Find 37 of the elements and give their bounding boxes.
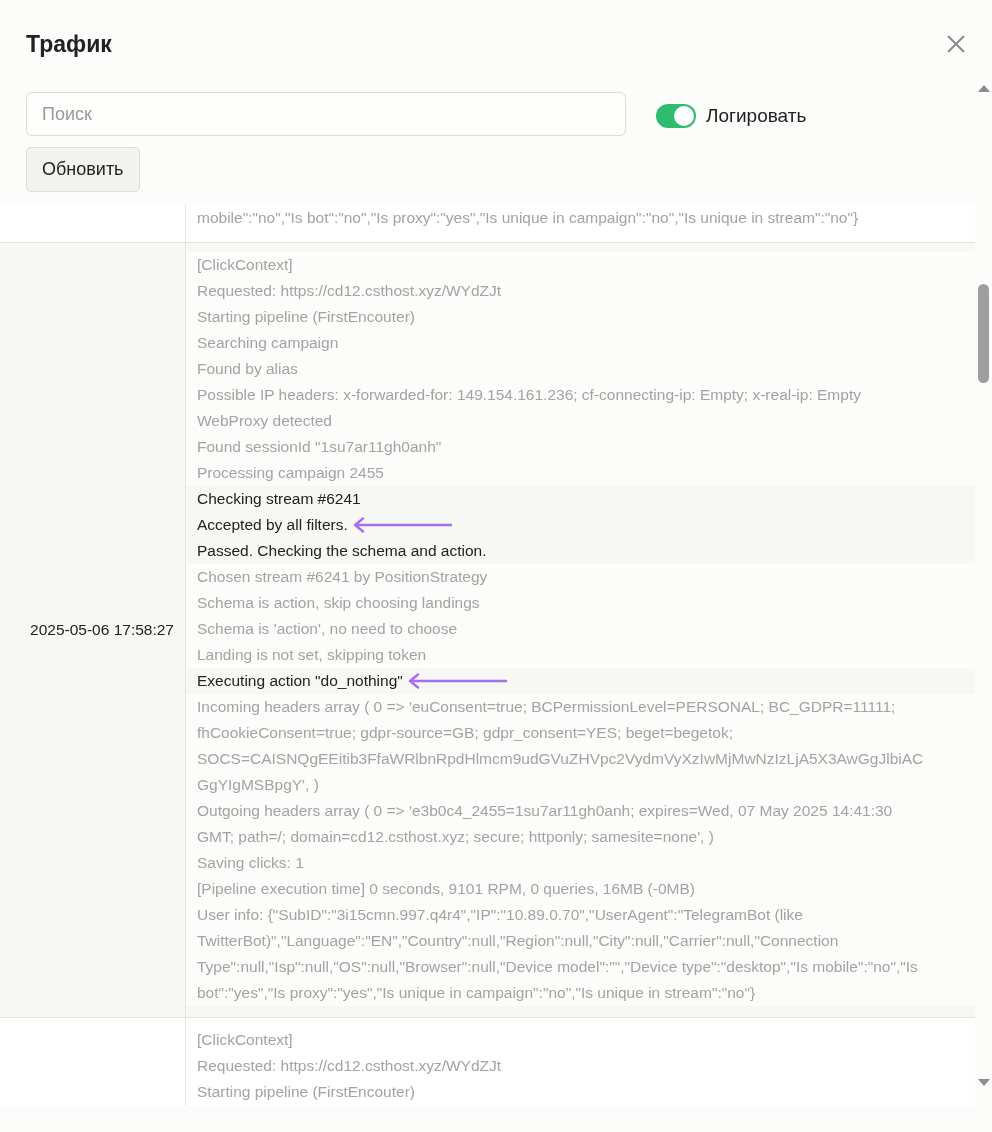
log-line: [Pipeline execution time] 0 seconds, 9101 RPM, 0 queries, 16MB (-0MB) — [197, 879, 695, 899]
scroll-down-button[interactable] — [977, 1079, 990, 1086]
log-line: Requested: https://cd12.csthost.xyz/WYdZJt — [197, 281, 502, 301]
log-line: User info: {"SubID":"3i15cmn.997.q4r4","IP":"10.89.0.70","UserAgent":"TelegramBot (like TwitterBot)","Language":"EN","Country":null,"Region":null,"City":null,"Carrier":null,"Connection Type":null,"Isp":null,"OS":null,"Browser":null,"Device model":"","Device type":"desktop","Is mobile":"no","Is bot":"yes","Is proxy":"yes","Is unique in campaign":"no","Is unique in stream":"no"} — [197, 905, 919, 1003]
log-line: Passed. Checking the schema and action. — [197, 541, 487, 561]
log-line: Requested: https://cd12.csthost.xyz/WYdZJt — [197, 1056, 502, 1076]
refresh-button[interactable]: Обновить — [26, 147, 140, 192]
log-line: Starting pipeline (FirstEncouter) — [197, 307, 415, 327]
log-line: WebProxy detected — [197, 411, 332, 431]
log-line: Incoming headers array ( 0 => 'euConsent=true; BCPermissionLevel=PERSONAL; BC_GDPR=11111; fhCookieConsent=true; gdpr-source=GB; gdpr_consent=YES; beget=begetok; SOCS=CAISNQgEEitib3FfaWRlbnRpdHlmcm9udGVuZHVpc2VydmVyXzIwMjMwNzIzLjA5X3AwGgJlbiACGgYIgMSBpgY', ) — [197, 697, 925, 795]
dialog-title: Трафик — [26, 30, 112, 58]
log-line: Accepted by all filters. — [197, 515, 348, 535]
toggle-label: Логировать — [706, 104, 807, 128]
log-line: Executing action "do_nothing" — [197, 671, 403, 691]
log-line: Saving clicks: 1 — [197, 853, 304, 873]
scroll-up-button[interactable] — [977, 85, 990, 92]
log-line: Schema is 'action', no need to choose — [197, 619, 458, 639]
log-line: mobile":"no","Is bot":"no","Is proxy":"yes","Is unique in campaign":"no","Is unique in stream":"no"} — [197, 208, 859, 228]
close-button[interactable] — [947, 35, 965, 53]
log-line: Landing is not set, skipping token — [197, 645, 427, 665]
log-line: Outgoing headers array ( 0 => 'e3b0c4_2455=1su7ar11gh0anh; expires=Wed, 07 May 2025 14:41:30 GMT; path=/; domain=cd12.csthost.xyz; secure; httponly; samesite=none', ) — [197, 801, 894, 847]
log-line: Found sessionId "1su7ar11gh0anh" — [197, 437, 442, 457]
logging-toggle[interactable] — [656, 104, 696, 128]
log-line: [ClickContext] — [197, 255, 293, 275]
log-line: Checking stream #6241 — [197, 489, 361, 509]
log-line: Searching campaign — [197, 333, 339, 353]
log-line: Possible IP headers: x-forwarded-for: 149.154.161.236; cf-connecting-ip: Empty; x-real-ip: Empty — [197, 385, 861, 405]
log-line: Found by alias — [197, 359, 298, 379]
log-line: Chosen stream #6241 by PositionStrategy — [197, 567, 488, 587]
search-field[interactable]: Поиск — [26, 92, 626, 136]
scrollbar-thumb[interactable] — [978, 284, 989, 383]
log-line: Schema is action, skip choosing landings — [197, 593, 480, 613]
log-line: Processing campaign 2455 — [197, 463, 384, 483]
timestamp: 2025-05-06 17:58:27 — [30, 621, 174, 639]
log-line: [ClickContext] — [197, 1030, 293, 1050]
log-line: Starting pipeline (FirstEncouter) — [197, 1082, 415, 1102]
close-icon — [947, 35, 965, 53]
